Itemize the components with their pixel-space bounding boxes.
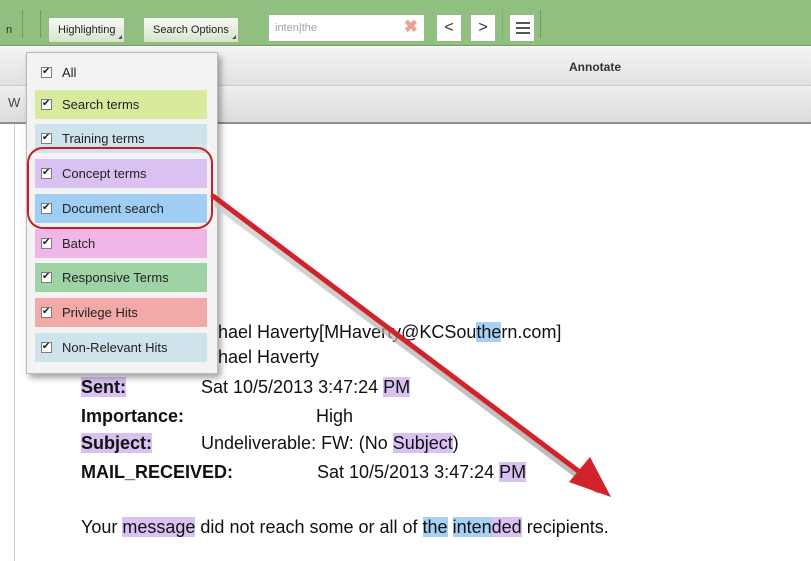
annotation-arrow-icon — [210, 193, 611, 497]
